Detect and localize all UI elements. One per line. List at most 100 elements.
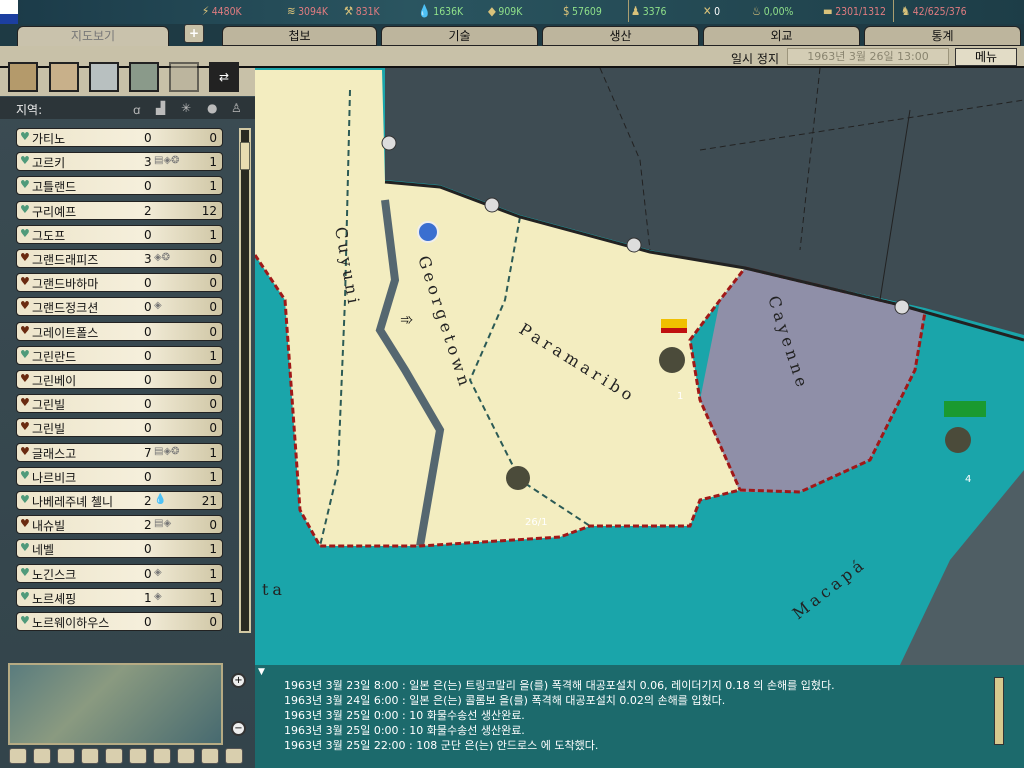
region-row[interactable]: ♥ 그랜드래피즈 3 ◈❂ 0	[16, 249, 223, 268]
rare-materials-icon: ⚒	[344, 4, 354, 18]
aa-sort-icon[interactable]: ✳	[181, 101, 191, 115]
tab-diplomacy[interactable]: 외교	[703, 26, 860, 46]
manpower-filter-icon[interactable]	[105, 748, 123, 764]
resource-manpower: ♟ 3376	[631, 4, 667, 18]
supply-filter-icon[interactable]	[201, 748, 219, 764]
region-row[interactable]: ♥ 가티노 0 0	[16, 128, 223, 147]
tab-technology[interactable]: 기술	[381, 26, 538, 46]
region-value: 0	[209, 276, 217, 291]
tab-production[interactable]: 생산	[542, 26, 699, 46]
energy-icon: ⚡	[202, 4, 210, 18]
minimap[interactable]	[8, 663, 223, 745]
region-name: 노르셰핑	[32, 591, 77, 606]
region-row[interactable]: ♥ 그랜드정크션 0 ◈ 0	[16, 297, 223, 317]
region-row[interactable]: ♥ 고르키 3 ▤◈❂ 1	[16, 152, 223, 172]
province-owner-icon: ♥	[20, 372, 30, 385]
port-icon[interactable]	[484, 197, 500, 213]
flag-filter-icon[interactable]	[33, 748, 51, 764]
province-owner-icon: ♥	[20, 541, 30, 555]
region-ic: 0	[144, 300, 152, 315]
region-value: 1	[209, 155, 217, 170]
ic-sort-icon[interactable]: ꭤ	[133, 101, 140, 118]
army-unit-icon[interactable]	[659, 347, 685, 373]
dissent-icon: ♨	[752, 4, 762, 18]
factory-sort-icon[interactable]: ▟	[156, 101, 165, 115]
port-icon[interactable]	[381, 135, 397, 151]
region-row[interactable]: ♥ 나베레주녜 첼니 2 💧 21	[16, 491, 223, 510]
army-unit-icon[interactable]	[945, 427, 971, 453]
region-row[interactable]: ♥ 그린란드 0 1	[16, 345, 223, 365]
port-icon[interactable]	[626, 237, 642, 253]
region-row[interactable]: ♥ 그린베이 0 0	[16, 370, 223, 389]
region-row[interactable]: ♥ 내슈빌 2 ▤◈ 0	[16, 515, 223, 535]
region-ic: 3	[144, 155, 152, 170]
tab-statistics[interactable]: 통계	[864, 26, 1021, 46]
region-value: 0	[209, 300, 217, 315]
region-value: 0	[209, 421, 217, 436]
province-owner-icon: ♥	[20, 565, 30, 579]
region-ic: 0	[144, 397, 152, 412]
game-map[interactable]: Cuyuni Georgetown Paramaribo Cayenne Mac…	[255, 68, 1024, 665]
region-name: 그랜드래피즈	[32, 253, 99, 267]
zoom-out-icon[interactable]: −	[231, 721, 246, 736]
navy-mode-icon[interactable]	[129, 62, 159, 92]
army-unit-icon[interactable]	[506, 466, 530, 490]
province-owner-icon: ♥	[20, 347, 30, 361]
metal-icon: ≋	[287, 4, 296, 18]
region-row[interactable]: ♥ 노긴스크 0 ◈ 1	[16, 563, 223, 583]
resource-value: 3376	[642, 4, 667, 18]
land-mode-icon[interactable]	[8, 62, 38, 92]
region-value: 1	[209, 590, 217, 605]
air-mode-icon[interactable]	[89, 62, 119, 92]
air-filter-icon[interactable]	[129, 748, 147, 764]
resource-filter-icon[interactable]	[177, 748, 195, 764]
log-scrollbar[interactable]	[994, 677, 1004, 745]
navy-filter-icon[interactable]	[153, 748, 171, 764]
zoom-in-icon[interactable]: +	[231, 673, 246, 688]
province-owner-icon: ♥	[20, 202, 30, 216]
transfer-icon[interactable]: ⇄	[209, 62, 239, 92]
scroll-thumb[interactable]	[240, 142, 250, 170]
region-name: 나르비크	[32, 470, 77, 485]
filter-icon[interactable]	[9, 748, 27, 764]
collapse-icon[interactable]: ▼	[258, 667, 265, 677]
star-filter-icon[interactable]	[225, 748, 243, 764]
nuke-mode-icon[interactable]	[169, 62, 199, 92]
money-filter-icon[interactable]	[81, 748, 99, 764]
region-row[interactable]: ♥ 그린빌 0 0	[16, 418, 223, 438]
port-icon[interactable]	[894, 299, 910, 315]
region-row[interactable]: ♥ 그랜드바하마 0 0	[16, 273, 223, 293]
resource-value: 831K	[355, 4, 380, 18]
region-value: 1	[209, 445, 217, 460]
tab-intelligence[interactable]: 첩보	[222, 26, 377, 46]
region-row[interactable]: ♥ 그린빌 0 0	[16, 394, 223, 414]
region-value: 1	[209, 227, 217, 242]
region-name: 노르웨이하우스	[32, 616, 110, 630]
flag2-filter-icon[interactable]	[57, 748, 75, 764]
region-row[interactable]: ♥ 네벨 0 1	[16, 539, 223, 559]
region-row[interactable]: ♥ 그도프 0 1	[16, 224, 223, 244]
region-row[interactable]: ♥ 나르비크 0 1	[16, 466, 223, 486]
pause-status[interactable]: 일시 정지	[731, 50, 779, 67]
region-row[interactable]: ♥ 그레이트폴스 0 0	[16, 321, 223, 341]
resource-oil: 💧 1636K	[418, 4, 463, 18]
province-owner-icon: ♥	[20, 251, 30, 264]
region-row[interactable]: ♥ 고틀랜드 0 1	[16, 176, 223, 196]
tab-map[interactable]: 지도보기	[17, 26, 169, 48]
oil-sort-icon[interactable]: ●	[207, 101, 217, 115]
manpower-sort-icon[interactable]: ♙	[231, 101, 242, 115]
region-row[interactable]: ♥ 노르웨이하우스 0 0	[16, 612, 223, 631]
region-value: 1	[209, 542, 217, 557]
menu-button[interactable]: 메뉴	[955, 48, 1017, 66]
region-row[interactable]: ♥ 글래스고 7 ▤◈❂ 1	[16, 442, 223, 462]
region-name: 고르키	[32, 156, 66, 171]
region-name: 그랜드정크션	[32, 301, 99, 316]
expand-button[interactable]: +	[184, 24, 204, 43]
airbase-icon[interactable]	[417, 221, 439, 243]
region-row[interactable]: ♥ 노르셰핑 1 ◈ 1	[16, 587, 223, 607]
region-row[interactable]: ♥ 구리예프 2 12	[16, 200, 223, 220]
log-entry: 1963년 3월 25일 0:00 : 10 화물수송선 생산완료.	[284, 724, 525, 737]
region-scrollbar[interactable]	[239, 128, 251, 633]
resource-value: 2301/1312	[835, 4, 886, 18]
army-mode-icon[interactable]	[49, 62, 79, 92]
